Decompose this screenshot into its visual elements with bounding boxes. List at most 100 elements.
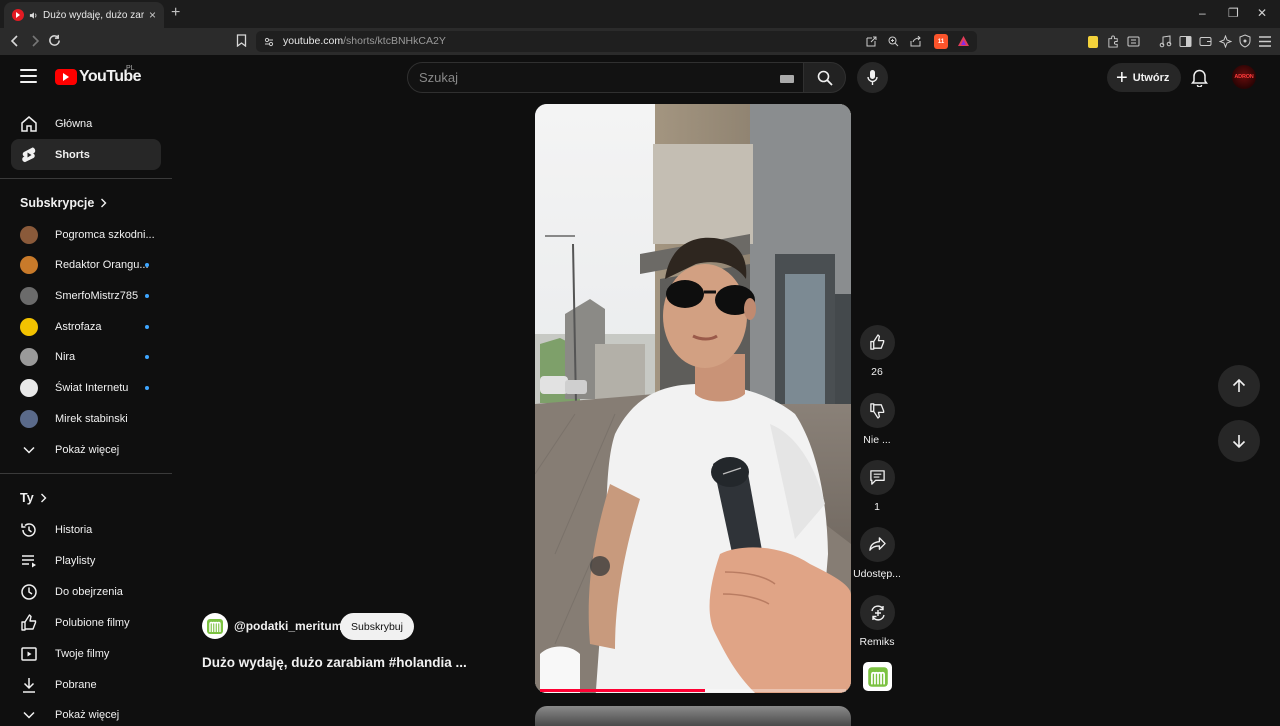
subscription-label: SmerfoMistrz785 <box>55 289 139 302</box>
subscription-item[interactable]: Astrofaza <box>11 311 161 342</box>
address-bar[interactable]: youtube.com/shorts/ktcBNHkCA2Y 11 <box>256 31 977 52</box>
leo-ai-icon[interactable] <box>1219 35 1232 48</box>
subscribe-button[interactable]: Subskrybuj <box>340 613 414 640</box>
channel-avatar <box>20 256 38 275</box>
search-button[interactable] <box>803 62 846 93</box>
brave-shields-icon[interactable]: 11 <box>934 34 948 49</box>
forward-icon[interactable] <box>29 35 41 47</box>
subscriptions-heading[interactable]: Subskrypcje <box>20 196 107 210</box>
search-icon <box>817 70 833 86</box>
subscription-item[interactable]: Mirek stabinski <box>11 403 161 434</box>
like-button[interactable] <box>860 325 895 360</box>
sidebar-item-label: Shorts <box>55 148 90 161</box>
subscription-label: Pogromca szkodni... <box>55 228 155 241</box>
comments-button[interactable] <box>860 460 895 495</box>
youtube-header: YouTube PL + Utwórz ADRON <box>0 55 1280 100</box>
url-text[interactable]: youtube.com/shorts/ktcBNHkCA2Y <box>283 35 446 47</box>
search-input[interactable] <box>419 70 759 85</box>
audio-source-thumbnail[interactable] <box>863 662 892 691</box>
media-controls-icon[interactable] <box>1159 35 1172 48</box>
browser-menu-icon[interactable] <box>1259 36 1271 47</box>
reload-icon[interactable] <box>48 34 61 47</box>
sidebar-item-watch-later[interactable]: Do obejrzenia <box>11 576 161 607</box>
search-box[interactable] <box>407 62 804 93</box>
wallet-icon[interactable] <box>1199 35 1212 48</box>
zoom-icon[interactable] <box>888 36 899 47</box>
channel-avatar[interactable] <box>202 613 228 639</box>
extension-yellow-icon[interactable] <box>1088 36 1098 48</box>
sidebar-divider <box>0 178 172 179</box>
clock-icon <box>21 583 37 600</box>
video-progress-bar[interactable] <box>540 689 846 692</box>
sidebar-toggle-icon[interactable] <box>1179 35 1192 48</box>
notifications-bell-icon[interactable] <box>1191 68 1208 87</box>
site-settings-icon[interactable] <box>264 37 274 47</box>
subscription-item[interactable]: SmerfoMistrz785 <box>11 280 161 311</box>
remix-button[interactable] <box>860 595 895 630</box>
thumbs-down-icon <box>870 403 885 419</box>
sidebar-item-downloads[interactable]: Pobrane <box>11 669 161 700</box>
sidebar-item-liked-videos[interactable]: Polubione filmy <box>11 607 161 638</box>
bookmark-icon[interactable] <box>236 34 247 47</box>
tab-close-icon[interactable]: × <box>149 8 156 22</box>
sidebar-item-home[interactable]: Główna <box>11 108 161 139</box>
short-title[interactable]: Dużo wydaję, dużo zarabiam #holandia ... <box>202 655 467 670</box>
channel-avatar <box>20 409 38 428</box>
subscription-item[interactable]: Świat Internetu <box>11 373 161 404</box>
dislike-button[interactable] <box>860 393 895 428</box>
share-page-icon[interactable] <box>910 36 922 47</box>
country-code: PL <box>126 65 135 72</box>
video-icon <box>21 646 37 661</box>
create-button[interactable]: + Utwórz <box>1107 63 1181 92</box>
share-button[interactable] <box>860 527 895 562</box>
shorts-icon <box>22 147 36 162</box>
next-short-button[interactable] <box>1218 420 1260 462</box>
tab-title: Dużo wydaję, dużo zarabiam <box>43 9 144 21</box>
url-path: /shorts/ktcBNHkCA2Y <box>343 35 446 47</box>
you-heading[interactable]: Ty <box>20 491 47 505</box>
brave-badge: 11 <box>937 38 945 45</box>
back-icon[interactable] <box>9 35 21 47</box>
vpn-shield-icon[interactable] <box>1239 34 1251 48</box>
sidebar-item-label: Pokaż więcej <box>55 443 120 456</box>
sidebar-item-label: Pobrane <box>55 678 97 691</box>
browser-tab[interactable]: Dużo wydaję, dużo zarabiam × <box>4 2 164 28</box>
sidebar-item-history[interactable]: Historia <box>11 514 161 545</box>
speaker-icon <box>29 11 37 19</box>
short-video-player[interactable] <box>535 104 851 693</box>
sidebar-item-label: Do obejrzenia <box>55 585 123 598</box>
new-tab-button[interactable]: + <box>171 5 180 21</box>
sidebar-item-shorts[interactable]: Shorts <box>11 139 161 170</box>
open-in-app-icon[interactable] <box>866 36 877 47</box>
extensions-puzzle-icon[interactable] <box>1107 35 1120 48</box>
new-content-dot <box>145 355 149 360</box>
sidebar-item-label: Polubione filmy <box>55 616 130 629</box>
sidebar-item-label: Główna <box>55 117 93 130</box>
brave-rewards-icon[interactable] <box>957 35 970 47</box>
subscription-item[interactable]: Nira <box>11 342 161 373</box>
channel-handle[interactable]: @podatki_meritum <box>234 619 342 633</box>
sidebar-item-playlists[interactable]: Playlisty <box>11 545 161 576</box>
channel-avatar <box>20 286 38 305</box>
next-short-preview[interactable] <box>535 706 851 726</box>
account-avatar[interactable]: ADRON <box>1232 65 1256 89</box>
sidebar-item-show-more[interactable]: Pokaż więcej <box>11 434 161 465</box>
close-window-button[interactable]: ✕ <box>1257 6 1267 20</box>
keyboard-icon[interactable] <box>780 75 794 83</box>
maximize-button[interactable]: ❐ <box>1228 6 1239 20</box>
reading-list-icon[interactable] <box>1127 35 1140 48</box>
sidebar-item-show-more-2[interactable]: Pokaż więcej <box>11 700 161 724</box>
subscriptions-title: Subskrypcje <box>20 196 95 210</box>
subscription-item[interactable]: Redaktor Orangu... <box>11 250 161 281</box>
subscription-item[interactable]: Pogromca szkodni... <box>11 219 161 250</box>
subscription-label: Mirek stabinski <box>55 412 128 425</box>
voice-search-button[interactable] <box>857 62 888 93</box>
new-content-dot <box>145 386 149 390</box>
chevron-right-icon <box>101 198 107 208</box>
playlist-icon <box>22 554 36 567</box>
previous-short-button[interactable] <box>1218 365 1260 407</box>
hamburger-menu-icon[interactable] <box>20 69 37 83</box>
minimize-button[interactable]: – <box>1199 6 1206 20</box>
sidebar-item-your-videos[interactable]: Twoje filmy <box>11 638 161 669</box>
chevron-down-icon <box>23 711 35 719</box>
